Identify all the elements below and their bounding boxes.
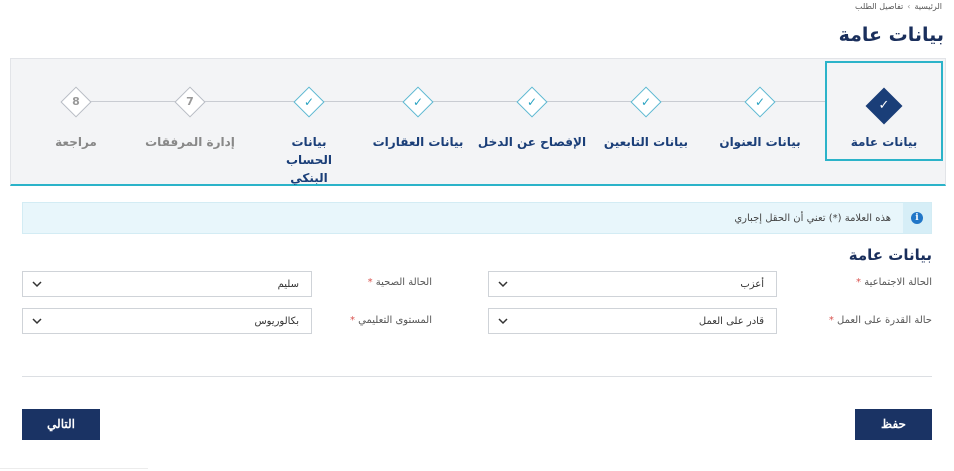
info-icon: i (903, 203, 931, 233)
step-review[interactable]: 8 مراجعة (16, 59, 136, 187)
check-icon: ✓ (640, 95, 652, 109)
breadcrumb: الرئيسية › تفاصيل الطلب (855, 2, 942, 11)
footer-divider (0, 468, 148, 469)
stepper: ✓ بيانات عامة ✓ بيانات العنوان ✓ بيانات … (10, 58, 946, 186)
breadcrumb-separator: › (907, 2, 911, 11)
step-bank-account[interactable]: ✓ بيانات الحساب البنكي (254, 59, 364, 187)
chevron-down-icon (30, 279, 42, 291)
chevron-down-icon (496, 316, 508, 328)
step-label: بيانات العنوان (719, 135, 801, 149)
step-general-info[interactable]: ✓ بيانات عامة (825, 61, 943, 161)
step-label: بيانات التابعين (603, 135, 689, 149)
check-icon: ✓ (878, 98, 890, 113)
step-number: 8 (72, 95, 80, 108)
education-level-select[interactable]: بكالوريوس (22, 308, 312, 334)
marital-status-select[interactable]: أعزب (488, 271, 777, 297)
work-ability-select[interactable]: قادر على العمل (488, 308, 777, 334)
step-label: مراجعة (55, 135, 97, 149)
form-divider (22, 376, 932, 377)
marital-status-label: الحالة الاجتماعية * (856, 277, 932, 288)
step-label: بيانات عامة (850, 135, 918, 149)
chevron-down-icon (30, 316, 42, 328)
check-icon: ✓ (526, 95, 538, 109)
education-level-label: المستوى التعليمي * (349, 315, 432, 326)
page-title: بيانات عامة (838, 24, 944, 46)
check-icon: ✓ (754, 95, 766, 109)
step-label: بيانات الحساب البنكي (285, 135, 333, 185)
step-attachments[interactable]: 7 إدارة المرفقات (130, 59, 250, 187)
marital-status-value: أعزب (740, 278, 764, 290)
breadcrumb-current: تفاصيل الطلب (854, 2, 904, 11)
step-income-disclosure[interactable]: ✓ الإفصاح عن الدخل (472, 59, 592, 187)
health-status-label: الحالة الصحية * (367, 277, 432, 288)
step-label: بيانات العقارات (372, 135, 464, 149)
required-fields-notice: i هذه العلامة (*) تعني أن الحقل إجباري (22, 202, 932, 234)
step-address[interactable]: ✓ بيانات العنوان (700, 59, 820, 187)
breadcrumb-home[interactable]: الرئيسية (914, 2, 942, 11)
health-status-value: سليم (277, 278, 299, 290)
next-button[interactable]: التالي (22, 409, 100, 440)
save-button[interactable]: حفظ (855, 409, 932, 440)
step-label: الإفصاح عن الدخل (477, 135, 587, 149)
step-label: إدارة المرفقات (145, 135, 235, 149)
step-number: 7 (186, 95, 194, 108)
work-ability-value: قادر على العمل (698, 315, 764, 327)
education-level-value: بكالوريوس (254, 315, 299, 327)
check-icon: ✓ (412, 95, 424, 109)
step-dependents[interactable]: ✓ بيانات التابعين (586, 59, 706, 187)
chevron-down-icon (496, 279, 508, 291)
check-icon: ✓ (303, 95, 315, 109)
health-status-select[interactable]: سليم (22, 271, 312, 297)
work-ability-label: حالة القدرة على العمل * (828, 315, 932, 326)
step-real-estate[interactable]: ✓ بيانات العقارات (358, 59, 478, 187)
section-title: بيانات عامة (848, 246, 932, 264)
notice-text: هذه العلامة (*) تعني أن الحقل إجباري (734, 212, 891, 224)
